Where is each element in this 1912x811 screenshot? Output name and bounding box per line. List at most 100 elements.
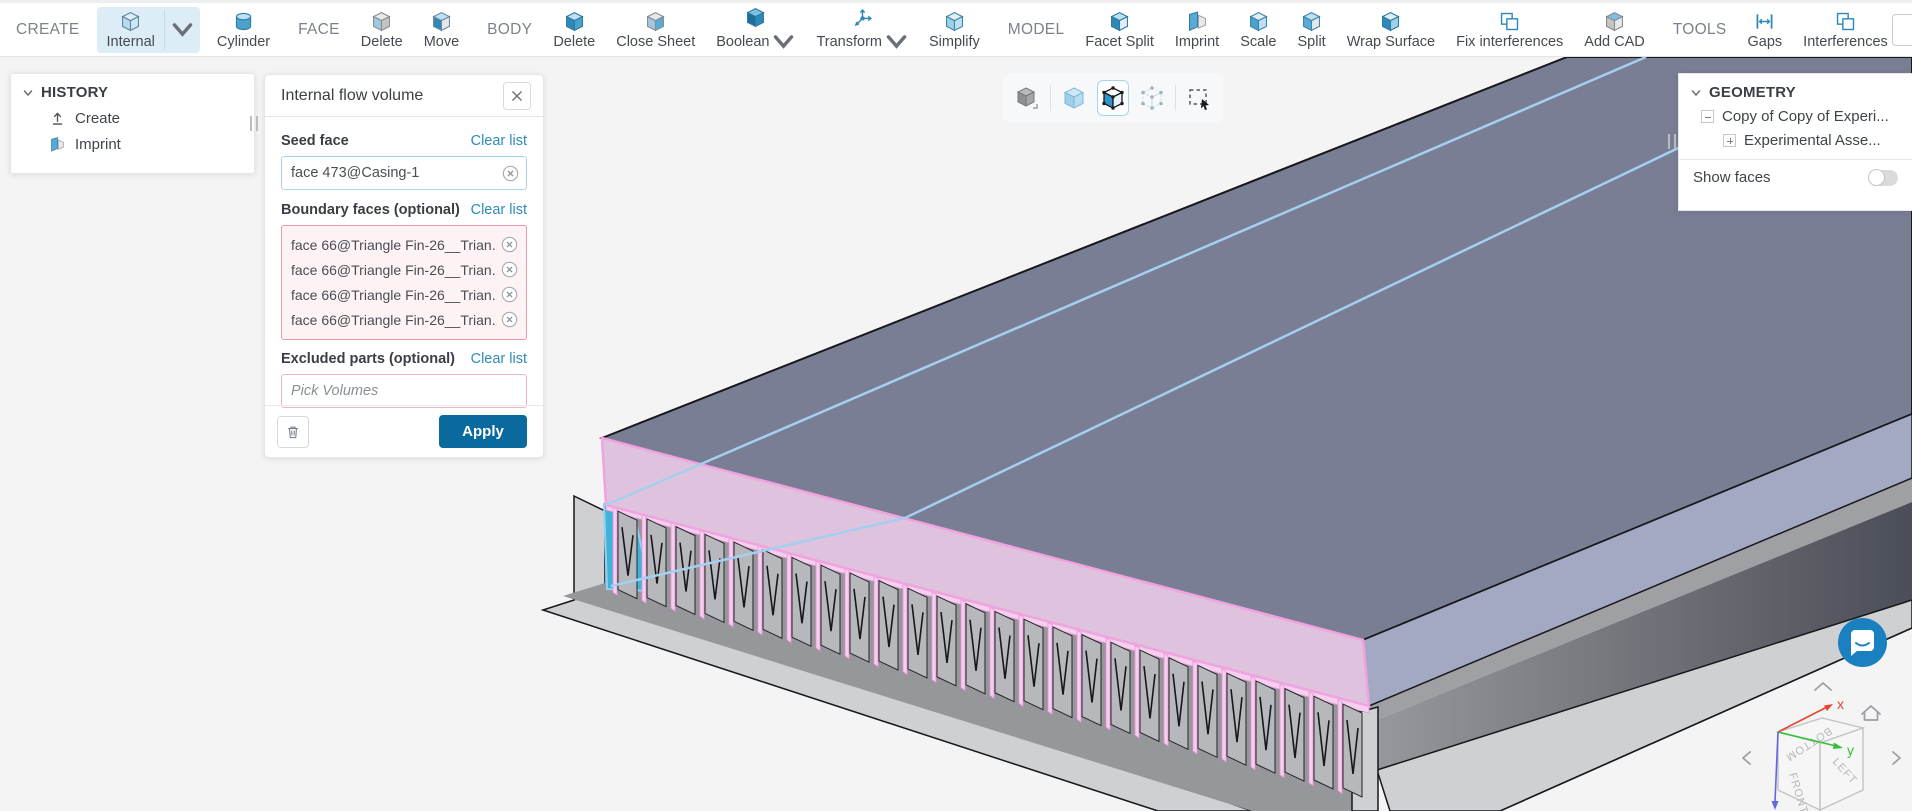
tree-item-experimental-assembly[interactable]: Experimental Asse... <box>1723 132 1900 149</box>
show-faces-toggle[interactable] <box>1868 169 1898 186</box>
triangle-fin[interactable] <box>1139 649 1160 743</box>
fin-divider[interactable] <box>641 513 647 605</box>
excluded-clear-list-link[interactable]: Clear list <box>471 351 527 367</box>
triangle-fin[interactable] <box>878 579 899 671</box>
toolbar-item-gaps[interactable]: Gaps <box>1744 7 1787 53</box>
triangle-fin[interactable] <box>1313 695 1334 790</box>
tree-item-copy-of-copy[interactable]: Copy of Copy of Experi... <box>1701 108 1900 125</box>
triangle-fin[interactable] <box>1284 687 1305 782</box>
expand-icon[interactable] <box>1723 134 1736 147</box>
remove-face-icon[interactable] <box>501 286 518 303</box>
triangle-fin[interactable] <box>936 595 957 687</box>
fin-divider[interactable] <box>670 521 676 613</box>
exit-button[interactable]: Exit <box>1891 13 1912 46</box>
boundary-face-row[interactable]: face 66@Triangle Fin-26__Trian... <box>291 282 518 307</box>
toolbar-item-face-delete[interactable]: Delete <box>357 7 407 53</box>
excluded-parts-input[interactable] <box>281 374 527 408</box>
geometry-panel-resize-grip[interactable] <box>1668 134 1676 149</box>
fin-divider[interactable] <box>1308 691 1314 787</box>
toolbar-item-facet-split[interactable]: Facet Split <box>1081 7 1158 53</box>
triangle-fin[interactable] <box>1197 664 1218 759</box>
fin-divider[interactable] <box>960 598 966 692</box>
fin-divider[interactable] <box>1134 645 1140 739</box>
home-view-icon[interactable] <box>1861 705 1881 721</box>
remove-face-icon[interactable] <box>501 261 518 278</box>
fin-divider[interactable] <box>873 575 879 668</box>
mode-body-select[interactable] <box>1058 80 1090 116</box>
mode-face-select[interactable] <box>1097 80 1129 116</box>
fin-divider[interactable] <box>1018 614 1024 708</box>
fin-divider[interactable] <box>1105 637 1111 732</box>
mode-vertex-select[interactable] <box>1136 80 1168 116</box>
history-item-imprint[interactable]: Imprint <box>49 136 242 153</box>
toolbar-item-boolean[interactable]: Boolean <box>712 3 799 56</box>
apply-button[interactable]: Apply <box>439 415 527 448</box>
casing-left-wall[interactable] <box>573 494 606 602</box>
delete-operation-button[interactable] <box>277 415 309 448</box>
view-navigation-gizmo[interactable]: FRONT LEFT BOTTOM x y <box>1735 678 1910 811</box>
toolbar-item-transform[interactable]: Transform <box>812 3 912 56</box>
triangle-fin[interactable] <box>704 533 725 624</box>
fin-divider[interactable] <box>1192 660 1198 755</box>
toolbar-item-cylinder[interactable]: Cylinder <box>213 7 274 53</box>
fin-divider[interactable] <box>931 591 937 684</box>
triangle-fin[interactable] <box>1110 641 1131 735</box>
internal-dropdown-button[interactable] <box>163 9 200 50</box>
toolbar-item-simplify[interactable]: Simplify <box>925 7 984 53</box>
fin-divider[interactable] <box>1279 683 1285 779</box>
triangle-fin[interactable] <box>646 518 667 608</box>
toolbar-item-wrap-surface[interactable]: Wrap Surface <box>1343 7 1439 53</box>
toolbar-item-interferences[interactable]: Interferences <box>1799 7 1892 53</box>
toolbar-item-close-sheet[interactable]: Close Sheet <box>612 7 699 53</box>
fin-divider[interactable] <box>612 506 618 597</box>
triangle-fin[interactable] <box>1168 656 1189 751</box>
triangle-fin[interactable] <box>762 548 783 640</box>
triangle-fin[interactable] <box>994 610 1015 703</box>
fin-divider[interactable] <box>1221 668 1227 763</box>
boundary-face-row[interactable]: face 66@Triangle Fin-26__Trian... <box>291 257 518 282</box>
triangle-fin[interactable] <box>849 572 870 663</box>
toolbar-item-internal[interactable]: Internal <box>96 6 200 53</box>
boundary-face-row[interactable]: face 66@Triangle Fin-26__Trian... <box>291 232 518 257</box>
triangle-fin[interactable] <box>1023 618 1044 711</box>
triangle-fin[interactable] <box>907 587 928 679</box>
clear-value-icon[interactable] <box>502 165 519 182</box>
chevron-down-icon[interactable] <box>23 88 33 98</box>
fin-divider[interactable] <box>1076 629 1082 724</box>
toolbar-item-imprint[interactable]: Imprint <box>1171 7 1223 53</box>
history-panel-resize-grip[interactable] <box>250 116 258 131</box>
chat-support-button[interactable] <box>1837 617 1888 668</box>
triangle-fin[interactable] <box>617 510 638 600</box>
triangle-fin[interactable] <box>1255 680 1276 774</box>
chevron-down-icon[interactable] <box>1691 88 1701 98</box>
toolbar-item-face-move[interactable]: Move <box>420 7 463 53</box>
gizmo-cube[interactable]: FRONT LEFT BOTTOM <box>1775 717 1866 811</box>
toolbar-item-add-cad[interactable]: Add CAD <box>1580 7 1648 53</box>
mode-volume-select[interactable] <box>1011 80 1043 116</box>
fin-divider[interactable] <box>1163 652 1169 747</box>
fin-divider[interactable] <box>728 537 734 628</box>
history-item-create[interactable]: Create <box>49 110 242 127</box>
fin-divider[interactable] <box>815 560 821 652</box>
seed-clear-list-link[interactable]: Clear list <box>471 133 527 149</box>
triangle-fin[interactable] <box>1226 672 1247 766</box>
collapse-icon[interactable] <box>1701 110 1714 123</box>
toolbar-item-body-delete[interactable]: Delete <box>549 7 599 53</box>
fin-divider[interactable] <box>902 583 908 676</box>
triangle-fin[interactable] <box>1052 626 1073 719</box>
fin-divider[interactable] <box>989 606 995 700</box>
toolbar-item-fix-interferences[interactable]: Fix interferences <box>1452 7 1567 53</box>
fin-divider[interactable] <box>786 552 792 644</box>
seed-face-input[interactable] <box>281 156 527 190</box>
fin-divider[interactable] <box>1337 699 1343 795</box>
boundary-face-row[interactable]: face 66@Triangle Fin-26__Trian... <box>291 307 518 332</box>
boundary-clear-list-link[interactable]: Clear list <box>471 202 527 218</box>
toolbar-item-scale[interactable]: Scale <box>1236 7 1280 53</box>
fin-divider[interactable] <box>699 529 705 620</box>
triangle-fin[interactable] <box>1081 633 1102 727</box>
fin-divider[interactable] <box>1047 621 1053 716</box>
fin-divider[interactable] <box>757 544 763 636</box>
remove-face-icon[interactable] <box>501 236 518 253</box>
remove-face-icon[interactable] <box>501 311 518 328</box>
fin-divider[interactable] <box>1250 675 1256 771</box>
